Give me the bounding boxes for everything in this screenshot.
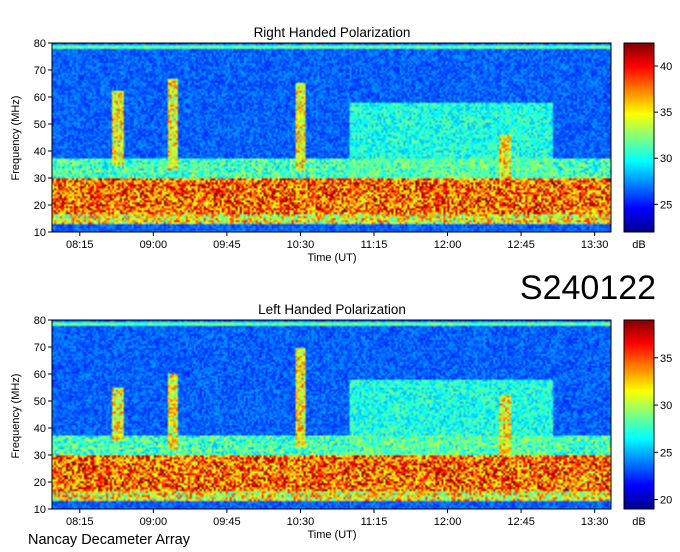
- right-colorbar-ticks: 25 30 35 40: [654, 61, 672, 211]
- x-tick-label: 12:45: [507, 239, 535, 251]
- left-polarization-panel: Left Handed Polarization Frequency (MHz)…: [10, 302, 672, 541]
- x-tick-label: 09:00: [140, 516, 168, 528]
- x-tick-label: 13:30: [581, 516, 609, 528]
- right-panel-ylabel: Frequency (MHz): [10, 96, 22, 181]
- x-tick-label: 09:45: [213, 516, 241, 528]
- left-panel-ylabel: Frequency (MHz): [10, 374, 22, 459]
- right-polarization-panel: Right Handed Polarization Frequency (MHz…: [10, 25, 672, 264]
- y-tick-label: 50: [34, 396, 46, 408]
- colorbar-tick-label: 20: [660, 495, 672, 507]
- right-y-ticks: 10 20 30 40 50 60 70 80: [34, 38, 52, 239]
- observation-code-label: S240122: [520, 269, 656, 307]
- y-tick-label: 10: [34, 504, 46, 516]
- heatmap-image: [52, 43, 611, 232]
- x-tick-label: 09:45: [213, 239, 241, 251]
- colorbar-tick-label: 40: [660, 61, 672, 73]
- left-colorbar: [623, 319, 655, 510]
- heatmap-image: [52, 320, 611, 509]
- right-colorbar-label: dB: [632, 239, 645, 251]
- y-tick-label: 30: [34, 450, 46, 462]
- colorbar-tick-label: 35: [660, 107, 672, 119]
- x-tick-label: 08:15: [66, 516, 94, 528]
- y-tick-label: 60: [34, 92, 46, 104]
- y-tick-label: 60: [34, 369, 46, 381]
- y-tick-label: 70: [34, 342, 46, 354]
- footer-label: Nancay Decameter Array: [28, 532, 191, 548]
- x-tick-label: 10:30: [287, 516, 315, 528]
- y-tick-label: 20: [34, 200, 46, 212]
- spectrogram-figure: Right Handed Polarization Frequency (MHz…: [10, 25, 672, 548]
- y-tick-label: 70: [34, 65, 46, 77]
- colorbar-tick-label: 30: [660, 400, 672, 412]
- right-x-ticks: 08:15 09:00 09:45 10:30 11:15 12:00 12:45 13:30: [66, 232, 608, 251]
- y-tick-label: 10: [34, 227, 46, 239]
- y-tick-label: 40: [34, 146, 46, 158]
- x-tick-label: 09:00: [140, 239, 168, 251]
- x-tick-label: 11:15: [361, 239, 388, 251]
- x-tick-label: 11:15: [361, 516, 388, 528]
- left-heatmap: [52, 320, 611, 509]
- x-tick-label: 12:00: [434, 239, 462, 251]
- x-tick-label: 13:30: [581, 239, 609, 251]
- left-y-ticks: 10 20 30 40 50 60 70 80: [34, 315, 52, 516]
- left-panel-xlabel: Time (UT): [307, 529, 356, 541]
- y-tick-label: 80: [34, 38, 46, 50]
- colorbar-tick-label: 30: [660, 153, 672, 165]
- x-tick-label: 08:15: [66, 239, 94, 251]
- x-tick-label: 10:30: [287, 239, 315, 251]
- colorbar-tick-label: 25: [660, 447, 672, 459]
- left-colorbar-ticks: 20 25 30 35: [654, 353, 672, 507]
- y-tick-label: 40: [34, 423, 46, 435]
- y-tick-label: 80: [34, 315, 46, 327]
- colorbar-tick-label: 25: [660, 199, 672, 211]
- y-tick-label: 30: [34, 173, 46, 185]
- y-tick-label: 20: [34, 477, 46, 489]
- colorbar-tick-label: 35: [660, 353, 672, 365]
- right-colorbar: [623, 42, 655, 233]
- right-panel-xlabel: Time (UT): [307, 252, 356, 264]
- right-panel-title: Right Handed Polarization: [254, 25, 411, 40]
- left-panel-title: Left Handed Polarization: [258, 302, 406, 317]
- left-x-ticks: 08:15 09:00 09:45 10:30 11:15 12:00 12:45 13:30: [66, 509, 608, 528]
- x-tick-label: 12:45: [507, 516, 535, 528]
- x-tick-label: 12:00: [434, 516, 462, 528]
- right-heatmap: [52, 43, 611, 232]
- left-colorbar-label: dB: [632, 516, 645, 528]
- y-tick-label: 50: [34, 119, 46, 131]
